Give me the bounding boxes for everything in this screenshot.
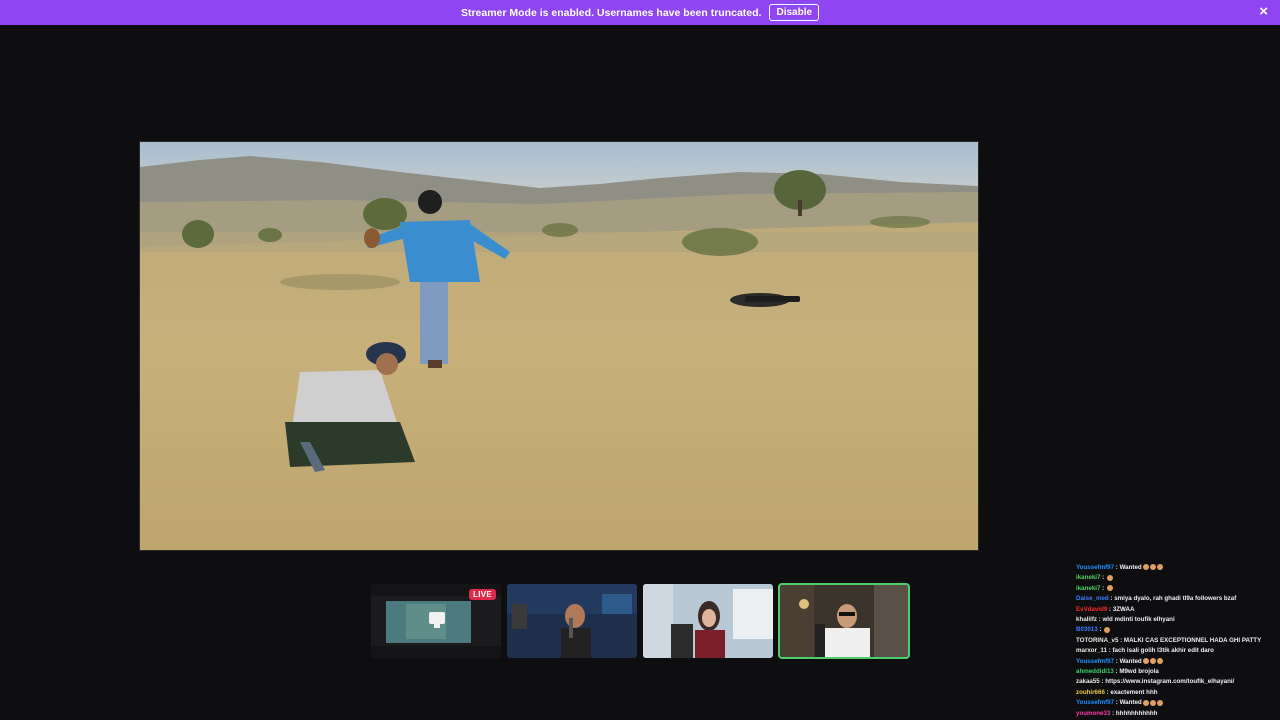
chat-message: zakaa55 : https://www.instagram.com/touf…: [1076, 677, 1276, 687]
chat-message: Daise_med : smiya dyalo, rah ghadi tl9a …: [1076, 594, 1276, 604]
chat-message: marxor_11 : fach isali golih l3tik akhir…: [1076, 646, 1276, 656]
emote-icon: [1142, 564, 1149, 571]
chat-separator: :: [1097, 626, 1104, 634]
chat-text: smiya dyalo, rah ghadi tl9a followers bz…: [1114, 595, 1237, 603]
chat-username[interactable]: TOTORINA_v5: [1076, 637, 1118, 644]
emote-icon: [1106, 585, 1113, 592]
chat-text: Wanted: [1119, 699, 1142, 707]
chat-text: M9wd brojola: [1119, 668, 1159, 676]
thumbnail-image: [643, 584, 773, 658]
stream-thumbnails: LIVE: [371, 583, 910, 659]
emote-icon: [1142, 699, 1149, 706]
emote-icon: [1106, 574, 1113, 581]
chat-message: ahmeddidi13 : M9wd brojola: [1076, 667, 1276, 677]
thumbnail-stream-4[interactable]: [778, 583, 910, 659]
chat-text: Wanted: [1119, 564, 1142, 571]
chat-text: https://www.instagram.com/toufik_elhayan…: [1105, 678, 1235, 686]
streamer-mode-banner: Streamer Mode is enabled. Usernames have…: [0, 0, 1280, 25]
chat-message: ikaneki7 :: [1076, 584, 1276, 594]
chat-text: Wanted: [1119, 657, 1142, 665]
chat-message: Youssefmf97 : Wanted: [1076, 698, 1276, 708]
chat-username[interactable]: ikaneki7: [1076, 574, 1100, 581]
chat-username[interactable]: Daise_med: [1076, 595, 1109, 602]
emote-icon: [1142, 658, 1149, 665]
emote-icon: [1156, 658, 1163, 665]
emote-icon: [1104, 626, 1111, 633]
chat-username[interactable]: youmone33: [1076, 710, 1110, 717]
chat-username[interactable]: khalilfz: [1076, 616, 1097, 623]
chat-text: exactement hhh: [1110, 688, 1158, 696]
chat-username[interactable]: B03013: [1076, 626, 1098, 633]
chat-separator: :: [1100, 574, 1106, 582]
chat-message: TOTORINA_v5 : MALKI CAS EXCEPTIONNEL HAD…: [1076, 636, 1276, 646]
chat-username[interactable]: ahmeddidi13: [1076, 668, 1114, 675]
chat-username[interactable]: Youssefmf97: [1076, 699, 1114, 706]
chat-message: khalilfz : wld mdinti toufik elhyani: [1076, 615, 1276, 625]
chat-username[interactable]: EsVdavid9: [1076, 606, 1107, 613]
emote-icon: [1149, 564, 1156, 571]
live-badge: LIVE: [469, 589, 496, 600]
thumbnail-image: [779, 584, 909, 658]
chat-messages: Youssefmf97 : Wanted ikaneki7 : ikaneki7 …: [1076, 563, 1276, 719]
disable-streamer-mode-button[interactable]: Disable: [769, 4, 820, 21]
chat-username[interactable]: ikaneki7: [1076, 585, 1100, 592]
chat-text: MALKI CAS EXCEPTIONNEL HADA GHI PATTY: [1123, 636, 1262, 644]
emote-icon: [1149, 658, 1156, 665]
chat-message: youmone33 : hhhhhhhhhhh: [1076, 709, 1276, 719]
banner-message: Streamer Mode is enabled. Usernames have…: [460, 6, 762, 19]
chat-message: EsVdavid9 : 3ZWAA: [1076, 605, 1276, 615]
thumbnail-stream-1[interactable]: LIVE: [371, 584, 501, 658]
chat-text: hhhhhhhhhhh: [1115, 709, 1158, 717]
chat-message: Youssefmf97 : Wanted: [1076, 657, 1276, 667]
thumbnail-stream-3[interactable]: [643, 584, 773, 658]
chat-message: Youssefmf97 : Wanted: [1076, 563, 1276, 573]
chat-username[interactable]: Youssefmf97: [1076, 658, 1114, 665]
chat-message: zouhir666 : exactement hhh: [1076, 688, 1276, 698]
close-icon[interactable]: ×: [1259, 4, 1268, 20]
chat-message: B03013 :: [1076, 625, 1276, 635]
emote-icon: [1156, 564, 1163, 571]
chat-separator: :: [1100, 584, 1106, 592]
chat-username[interactable]: marxor_11: [1076, 647, 1107, 654]
chat-message: ikaneki7 :: [1076, 573, 1276, 583]
chat-text: wld mdinti toufik elhyani: [1102, 616, 1175, 624]
emote-icon: [1149, 699, 1156, 706]
main-video-player[interactable]: [139, 141, 979, 551]
thumbnail-stream-2[interactable]: [507, 584, 637, 658]
chat-username[interactable]: Youssefmf97: [1076, 564, 1114, 571]
emote-icon: [1156, 699, 1163, 706]
chat-username[interactable]: zouhir666: [1076, 689, 1105, 696]
video-frame: [140, 142, 978, 550]
chat-text: 3ZWAA: [1112, 605, 1135, 613]
chat-username[interactable]: zakaa55: [1076, 678, 1100, 685]
chat-text: fach isali golih l3tik akhir edit daro: [1112, 647, 1214, 655]
thumbnail-image: [507, 584, 637, 658]
